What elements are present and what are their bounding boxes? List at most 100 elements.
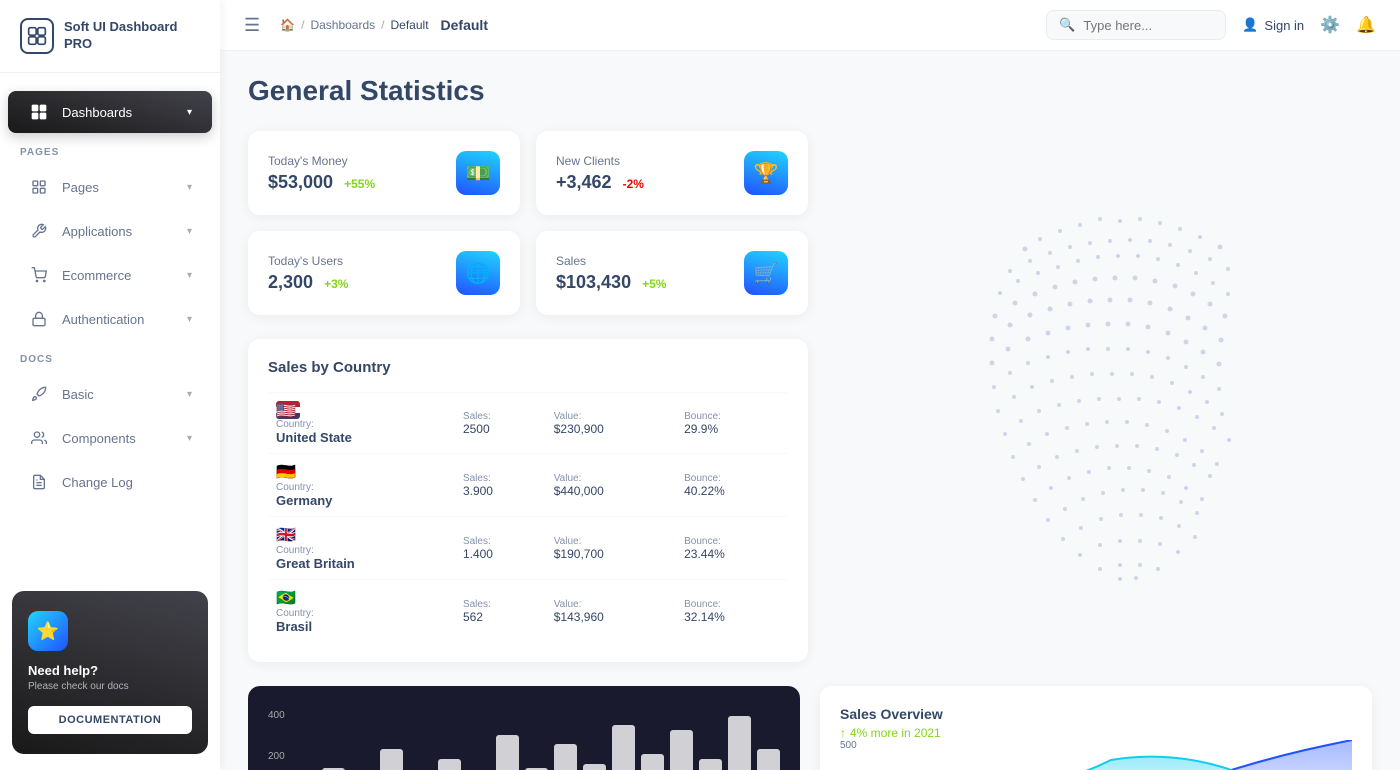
sidebar-item-basic-label: Basic xyxy=(62,387,175,402)
y-labels: 500 400 xyxy=(840,740,857,770)
menu-toggle[interactable]: ☰ xyxy=(244,15,260,36)
stat-value-users: 2,300 +3% xyxy=(268,272,348,293)
flag-de: 🇩🇪 xyxy=(276,464,296,481)
help-card: ⭐ Need help? Please check our docs DOCUM… xyxy=(12,591,208,754)
breadcrumb-page-title: Default xyxy=(441,17,488,33)
stat-change-users: +3% xyxy=(324,277,348,291)
stat-card-users: Today's Users 2,300 +3% 🌐 xyxy=(248,231,520,315)
stat-change-money: +55% xyxy=(344,177,375,191)
sidebar-item-pages-label: Pages xyxy=(62,180,175,195)
sidebar-item-dashboards[interactable]: Dashboards ▾ xyxy=(8,91,212,133)
sidebar: Soft UI Dashboard PRO Dashboards ▾ PAGES xyxy=(0,0,220,770)
breadcrumb: 🏠 / Dashboards / Default Default xyxy=(280,17,488,33)
sidebar-logo: Soft UI Dashboard PRO xyxy=(0,0,220,73)
flag-gb: 🇬🇧 xyxy=(276,527,296,544)
bar-chart xyxy=(293,706,780,770)
pages-icon xyxy=(28,176,50,198)
flag-us: 🇺🇸 xyxy=(276,401,300,419)
sales-overview-sub: ↑ 4% more in 2021 xyxy=(840,726,1352,740)
components-icon xyxy=(28,427,50,449)
stat-label-sales: Sales xyxy=(556,254,666,268)
stat-icon-money: 💵 xyxy=(456,151,500,195)
home-icon: 🏠 xyxy=(280,18,295,32)
sidebar-item-pages[interactable]: Pages ▾ xyxy=(8,166,212,208)
sidebar-nav: Dashboards ▾ PAGES Pages ▾ App xyxy=(0,73,220,575)
sidebar-item-authentication[interactable]: Authentication ▾ xyxy=(8,298,212,340)
documentation-button[interactable]: DOCUMENTATION xyxy=(28,706,192,734)
stat-card-sales: Sales $103,430 +5% 🛒 xyxy=(536,231,808,315)
notifications-icon[interactable]: 🔔 xyxy=(1356,15,1376,35)
sales-overview-title: Sales Overview xyxy=(840,706,1352,722)
table-row: 🇩🇪 Country: Germany Sales:3.900 Value:$4… xyxy=(268,454,788,517)
dashboard-icon xyxy=(28,101,50,123)
ecommerce-icon xyxy=(28,264,50,286)
search-input[interactable] xyxy=(1083,18,1223,33)
stat-icon-users: 🌐 xyxy=(456,251,500,295)
applications-icon xyxy=(28,220,50,242)
signin-button[interactable]: 👤 Sign in xyxy=(1242,17,1304,33)
y-label-200: 200 xyxy=(268,751,285,762)
bottom-charts: 400 200 0 xyxy=(248,686,1372,770)
help-subtitle: Please check our docs xyxy=(28,681,192,692)
trend-up-icon: ↑ xyxy=(840,726,846,740)
stat-card-money: Today's Money $53,000 +55% 💵 xyxy=(248,131,520,215)
user-icon: 👤 xyxy=(1242,17,1258,33)
line-chart-svg xyxy=(870,740,1352,770)
logo-icon xyxy=(20,18,54,54)
search-icon: 🔍 xyxy=(1059,17,1075,33)
stat-card-clients: New Clients +3,462 -2% 🏆 xyxy=(536,131,808,215)
stat-info-clients: New Clients +3,462 -2% xyxy=(556,154,644,193)
help-star-icon: ⭐ xyxy=(28,611,68,651)
sidebar-item-components-label: Components xyxy=(62,431,175,446)
signin-label: Sign in xyxy=(1264,18,1304,33)
stat-value-sales: $103,430 +5% xyxy=(556,272,666,293)
stat-value-clients: +3,462 -2% xyxy=(556,172,644,193)
table-row: 🇬🇧 Country: Great Britain Sales:1.400 Va… xyxy=(268,517,788,580)
help-title: Need help? xyxy=(28,663,192,678)
search-box[interactable]: 🔍 xyxy=(1046,10,1226,40)
breadcrumb-current: Default xyxy=(391,18,429,32)
line-chart-area: 500 400 xyxy=(840,740,1352,770)
sidebar-item-authentication-label: Authentication xyxy=(62,312,175,327)
sidebar-item-dashboards-label: Dashboards xyxy=(62,105,175,120)
stat-value-money: $53,000 +55% xyxy=(268,172,375,193)
breadcrumb-dashboards[interactable]: Dashboards xyxy=(310,18,375,32)
sidebar-item-ecommerce[interactable]: Ecommerce ▾ xyxy=(8,254,212,296)
topbar: ☰ 🏠 / Dashboards / Default Default 🔍 👤 S… xyxy=(220,0,1400,51)
docs-section-label: DOCS xyxy=(0,342,220,371)
main-area: ☰ 🏠 / Dashboards / Default Default 🔍 👤 S… xyxy=(220,0,1400,770)
sales-by-country-title: Sales by Country xyxy=(268,359,788,376)
stats-grid: Today's Money $53,000 +55% 💵 New Clients… xyxy=(248,131,808,315)
y-label-400: 400 xyxy=(268,710,285,721)
table-row: 🇺🇸 Country: United State Sales:2500 Valu… xyxy=(268,393,788,454)
sidebar-item-applications[interactable]: Applications ▾ xyxy=(8,210,212,252)
sidebar-item-changelog[interactable]: Change Log xyxy=(8,461,212,503)
sidebar-item-changelog-label: Change Log xyxy=(62,475,192,490)
stat-icon-clients: 🏆 xyxy=(744,151,788,195)
stat-change-clients: -2% xyxy=(623,177,644,191)
content-area: General Statistics xyxy=(220,51,1400,770)
stat-info-money: Today's Money $53,000 +55% xyxy=(268,154,375,193)
stat-info-users: Today's Users 2,300 +3% xyxy=(268,254,348,293)
stat-label-clients: New Clients xyxy=(556,154,644,168)
sidebar-item-applications-label: Applications xyxy=(62,224,175,239)
app-name: Soft UI Dashboard PRO xyxy=(64,19,200,53)
settings-icon[interactable]: ⚙️ xyxy=(1320,15,1340,35)
stat-icon-sales: 🛒 xyxy=(744,251,788,295)
topbar-right: 🔍 👤 Sign in ⚙️ 🔔 xyxy=(1046,10,1376,40)
globe-decoration xyxy=(810,131,1400,711)
pages-section-label: PAGES xyxy=(0,135,220,164)
stat-label-users: Today's Users xyxy=(268,254,348,268)
sidebar-item-ecommerce-label: Ecommerce xyxy=(62,268,175,283)
table-row: 🇧🇷 Country: Brasil Sales:562 Value:$143,… xyxy=(268,580,788,643)
authentication-icon xyxy=(28,308,50,330)
sidebar-item-components[interactable]: Components ▾ xyxy=(8,417,212,459)
sales-overview-card: Sales Overview ↑ 4% more in 2021 500 400 xyxy=(820,686,1372,770)
stat-info-sales: Sales $103,430 +5% xyxy=(556,254,666,293)
bar-chart-card: 400 200 0 xyxy=(248,686,800,770)
country-table: 🇺🇸 Country: United State Sales:2500 Valu… xyxy=(268,392,788,642)
stat-change-sales: +5% xyxy=(642,277,666,291)
stat-label-money: Today's Money xyxy=(268,154,375,168)
sidebar-item-basic[interactable]: Basic ▾ xyxy=(8,373,212,415)
flag-br: 🇧🇷 xyxy=(276,590,296,607)
